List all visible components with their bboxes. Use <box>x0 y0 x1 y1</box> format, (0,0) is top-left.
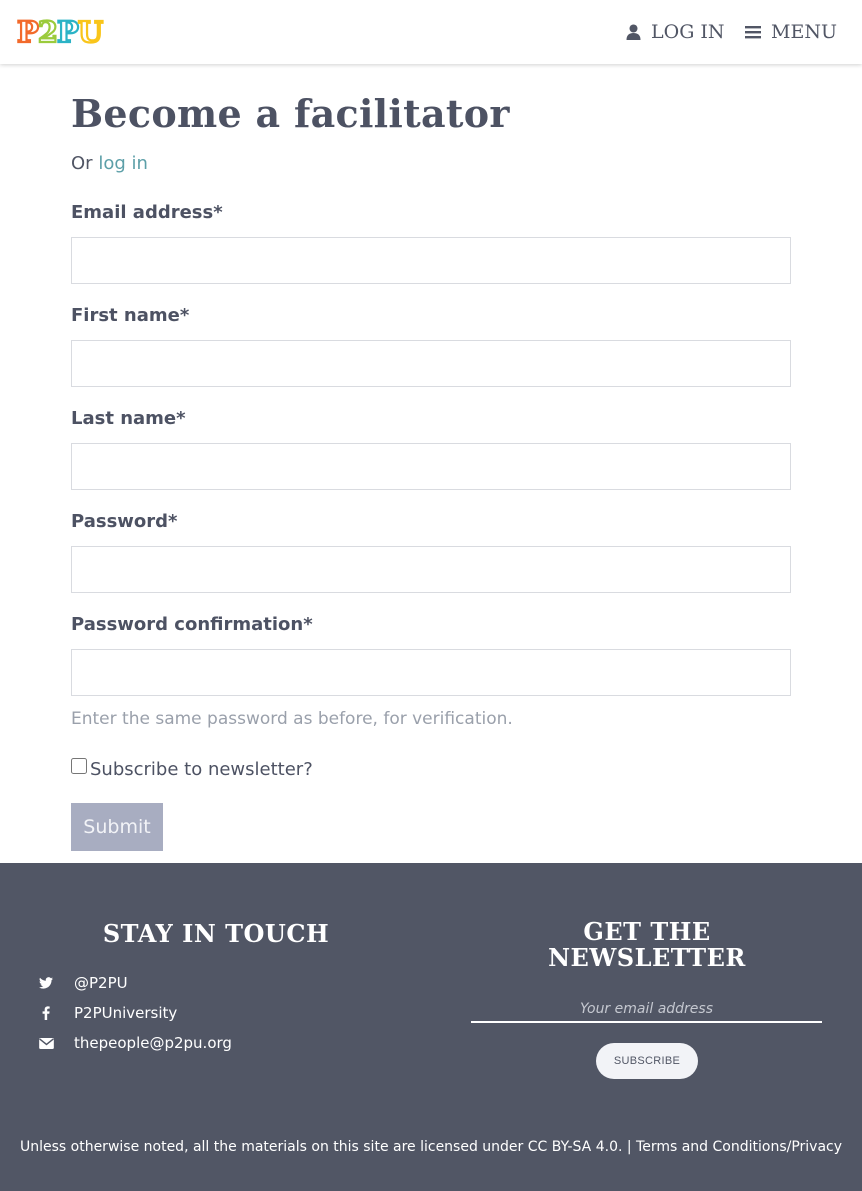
login-nav-button[interactable]: LOG IN <box>626 18 725 46</box>
logo-letter: U <box>77 15 105 49</box>
license-notice: Unless otherwise noted, all the material… <box>19 1139 843 1155</box>
logo-letter: P <box>16 15 40 49</box>
or-text: Or <box>71 153 93 174</box>
newsletter-checkbox-label[interactable]: Subscribe to newsletter? <box>90 758 313 782</box>
last-name-label: Last name* <box>71 408 186 429</box>
password-confirm-label: Password confirmation* <box>71 614 313 635</box>
newsletter-checkbox[interactable] <box>71 758 87 774</box>
site-header: P 2 P U LOG IN MENU <box>0 0 862 64</box>
facebook-link[interactable]: P2PUniversity <box>38 1004 177 1022</box>
page-title: Become a facilitator <box>71 91 510 136</box>
email-field[interactable] <box>71 237 791 284</box>
email-link[interactable]: thepeople@p2pu.org <box>38 1034 232 1052</box>
password-help-text: Enter the same password as before, for v… <box>71 709 513 729</box>
envelope-icon <box>38 1035 54 1051</box>
first-name-label: First name* <box>71 305 190 326</box>
twitter-link[interactable]: @P2PU <box>38 974 128 992</box>
contact-email: thepeople@p2pu.org <box>74 1034 232 1052</box>
password-confirm-field[interactable] <box>71 649 791 696</box>
user-icon <box>626 24 641 40</box>
email-label: Email address* <box>71 202 223 223</box>
facebook-icon <box>38 1005 54 1021</box>
password-field[interactable] <box>71 546 791 593</box>
login-link[interactable]: log in <box>98 153 148 174</box>
submit-button[interactable]: Submit <box>71 803 163 851</box>
twitter-handle: @P2PU <box>74 974 128 992</box>
newsletter-heading: GET THE NEWSLETTER <box>432 919 862 971</box>
logo-letter: 2 <box>37 15 59 49</box>
stay-in-touch-heading: STAY IN TOUCH <box>102 919 330 948</box>
newsletter-email-input[interactable] <box>471 997 822 1023</box>
newsletter-checkbox-row: Subscribe to newsletter? <box>71 756 313 782</box>
first-name-field[interactable] <box>71 340 791 387</box>
subscribe-button[interactable]: SUBSCRIBE <box>596 1043 698 1079</box>
logo-letter: P <box>56 15 80 49</box>
password-label: Password* <box>71 511 178 532</box>
newsletter-heading-line: NEWSLETTER <box>548 943 746 972</box>
twitter-icon <box>38 975 54 991</box>
newsletter-heading-line: GET THE <box>583 917 711 946</box>
login-label: LOG IN <box>651 21 725 43</box>
p2pu-logo[interactable]: P 2 P U <box>16 15 105 49</box>
last-name-field[interactable] <box>71 443 791 490</box>
facebook-page-name: P2PUniversity <box>74 1004 178 1022</box>
menu-label: MENU <box>771 21 837 43</box>
hamburger-icon <box>745 26 761 39</box>
login-alternative: Or log in <box>71 153 148 174</box>
menu-nav-button[interactable]: MENU <box>745 18 837 46</box>
site-footer: STAY IN TOUCH @P2PU P2PUniversity thepeo… <box>0 863 862 1191</box>
